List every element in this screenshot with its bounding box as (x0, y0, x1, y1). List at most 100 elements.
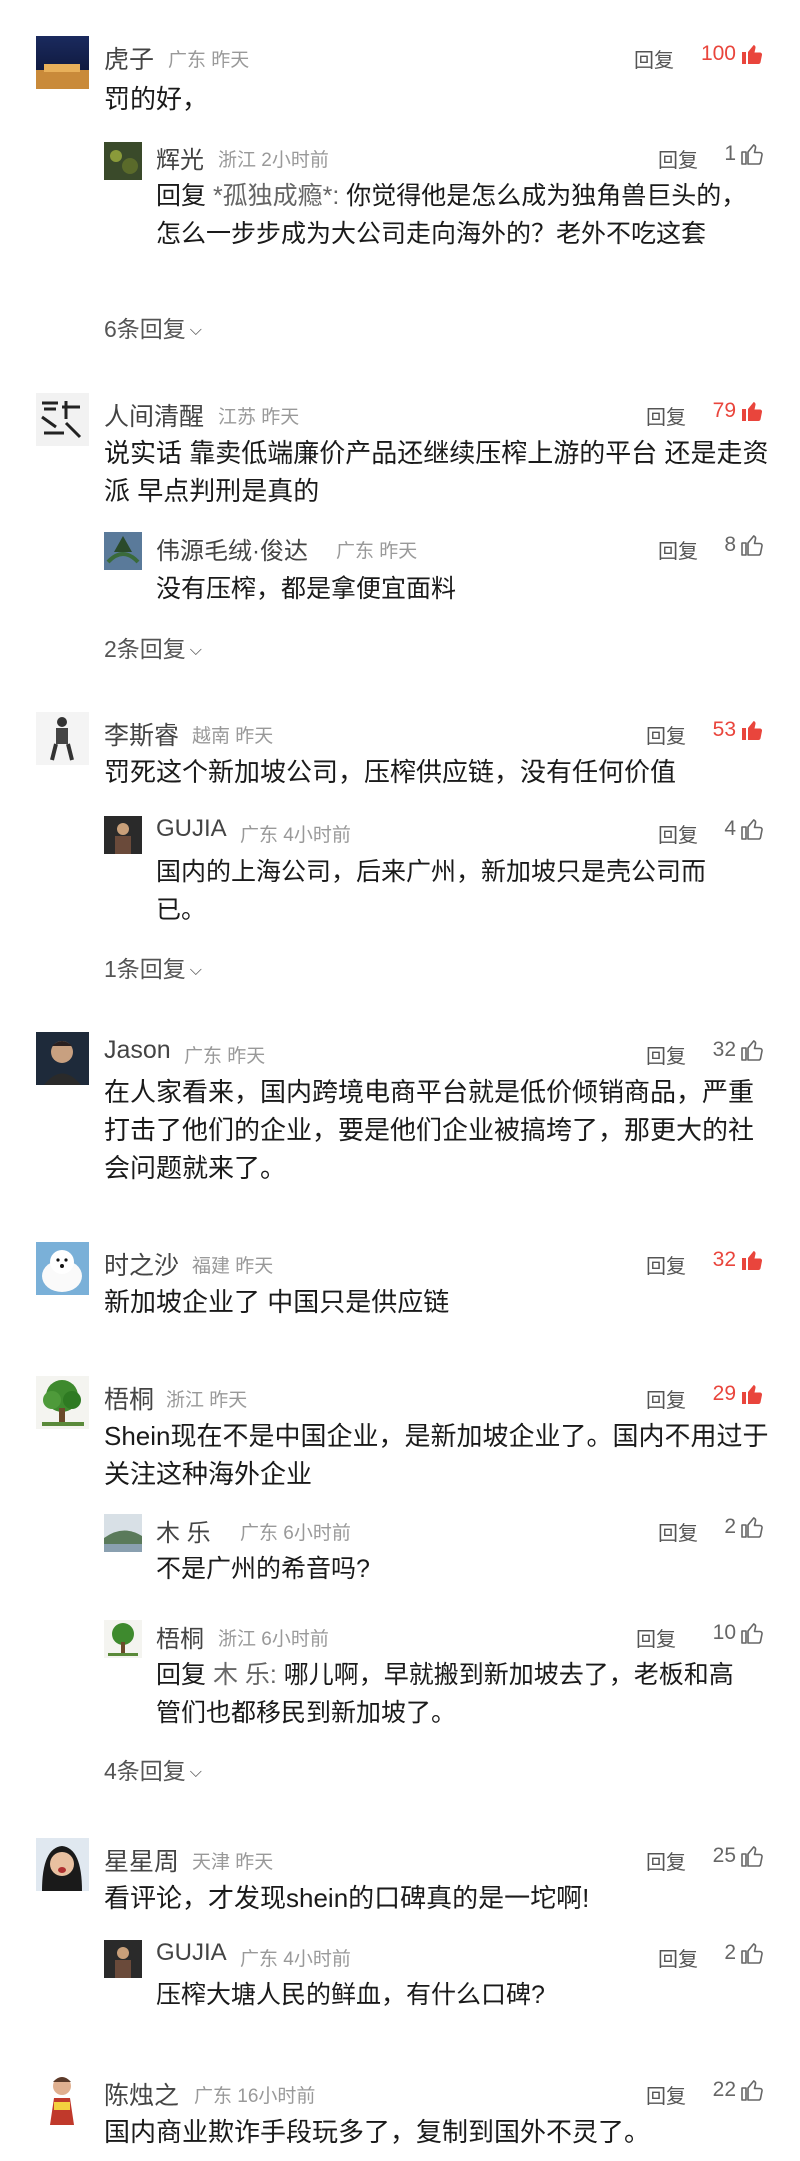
comment-author[interactable]: 星星周 (104, 1842, 179, 1878)
reply-button[interactable]: 回复 (658, 1943, 698, 1972)
avatar[interactable] (36, 2072, 89, 2125)
like-button[interactable]: 29 (713, 1382, 764, 1406)
more-replies-link[interactable]: 6条回复 ⌵ (104, 310, 202, 344)
reply-button[interactable]: 回复 (658, 1517, 698, 1546)
comment-text: 新加坡企业了 中国只是供应链 (104, 1287, 450, 1317)
like-button[interactable]: 8 (724, 533, 764, 557)
comment-meta: 浙江 昨天 (166, 1390, 248, 1411)
avatar[interactable] (36, 1032, 89, 1085)
reply-meta: 广东 4小时前 (240, 1949, 351, 1970)
avatar[interactable] (36, 36, 89, 89)
thumbs-up-icon (740, 1038, 764, 1062)
avatar[interactable] (104, 816, 142, 854)
like-button[interactable]: 79 (713, 399, 764, 423)
reply-button[interactable]: 回复 (646, 720, 686, 749)
avatar[interactable] (36, 1376, 89, 1429)
like-count: 2 (724, 1515, 736, 1538)
like-button[interactable]: 32 (713, 1038, 764, 1062)
more-replies-link[interactable]: 4条回复 ⌵ (104, 1752, 202, 1786)
comment-author[interactable]: 李斯睿 (104, 716, 179, 752)
like-button[interactable]: 2 (724, 1515, 764, 1539)
avatar[interactable] (36, 712, 89, 765)
comment-text: 看评论，才发现shein的口碑真的是一坨啊! (104, 1883, 590, 1913)
like-button[interactable]: 100 (701, 42, 764, 66)
avatar[interactable] (104, 1940, 142, 1978)
comment-author[interactable]: Jason (104, 1036, 171, 1065)
reply-author[interactable]: 木 乐 (156, 1513, 211, 1548)
comment-meta: 越南 昨天 (192, 726, 274, 747)
comment-meta: 广东 昨天 (184, 1046, 266, 1067)
reply-mention[interactable]: 木 乐: (213, 1661, 277, 1689)
reply-button[interactable]: 回复 (646, 2080, 686, 2109)
chevron-down-icon: ⌵ (189, 962, 202, 979)
comment-text: 国内商业欺诈手段玩多了，复制到国外不灵了。 (104, 2117, 651, 2147)
chevron-down-icon: ⌵ (189, 1764, 202, 1781)
avatar[interactable] (36, 1838, 89, 1891)
reply-text: 回复 *孤独成瘾*: 你觉得他是怎么成为独角兽巨头的，怎么一步步成为大公司走向海… (156, 182, 747, 248)
comment-text: Shein现在不是中国企业，是新加坡企业了。国内不用过于关注这种海外企业 (104, 1421, 769, 1489)
reply-author[interactable]: GUJIA (156, 815, 227, 843)
avatar[interactable] (36, 393, 89, 446)
more-replies-link[interactable]: 2条回复 ⌵ (104, 630, 202, 664)
comment-author[interactable]: 时之沙 (104, 1246, 179, 1282)
reply-meta: 广东 4小时前 (240, 825, 351, 846)
comment-text: 罚的好， (104, 84, 209, 114)
reply-text: 回复 木 乐: 哪儿啊，早就搬到新加坡去了，老板和高管们也都移民到新加坡了。 (156, 1661, 734, 1727)
more-replies-link[interactable]: 1条回复 ⌵ (104, 950, 202, 984)
thumbs-up-filled-icon (740, 399, 764, 423)
comment-author[interactable]: 梧桐 (104, 1380, 154, 1416)
like-count: 2 (724, 1941, 736, 1964)
like-button[interactable]: 32 (713, 1248, 764, 1272)
thumbs-up-icon (740, 533, 764, 557)
reply-button[interactable]: 回复 (658, 819, 698, 848)
like-button[interactable]: 22 (713, 2078, 764, 2102)
avatar[interactable] (36, 1242, 89, 1295)
like-button[interactable]: 4 (724, 817, 764, 841)
reply-button[interactable]: 回复 (646, 401, 686, 430)
avatar[interactable] (104, 1514, 142, 1552)
chevron-down-icon: ⌵ (189, 642, 202, 659)
avatar[interactable] (104, 1620, 142, 1658)
reply-button[interactable]: 回复 (646, 1846, 686, 1875)
reply-button[interactable]: 回复 (634, 44, 674, 73)
reply-button[interactable]: 回复 (646, 1040, 686, 1069)
reply-author[interactable]: 伟源毛绒·俊达 (156, 531, 308, 566)
like-count: 53 (712, 718, 736, 741)
like-count: 32 (712, 1038, 736, 1061)
like-count: 1 (724, 142, 736, 165)
comment-author[interactable]: 陈烛之 (104, 2076, 179, 2112)
reply-mention[interactable]: *孤独成瘾*: (213, 182, 339, 210)
comment-author[interactable]: 虎子 (104, 40, 154, 76)
thumbs-up-icon (740, 1515, 764, 1539)
reply-author[interactable]: 梧桐 (156, 1619, 204, 1654)
reply-button[interactable]: 回复 (646, 1384, 686, 1413)
reply-button[interactable]: 回复 (636, 1623, 676, 1652)
reply-button[interactable]: 回复 (658, 144, 698, 173)
like-button[interactable]: 53 (713, 718, 764, 742)
reply-author[interactable]: 辉光 (156, 140, 204, 175)
reply-button[interactable]: 回复 (658, 535, 698, 564)
comment-text: 罚死这个新加坡公司，压榨供应链，没有任何价值 (104, 757, 677, 787)
like-count: 8 (724, 533, 736, 556)
comment-meta: 江苏 昨天 (218, 407, 300, 428)
reply-text: 不是广州的希音吗? (156, 1555, 370, 1583)
like-count: 10 (712, 1621, 736, 1644)
reply-text: 压榨大塘人民的鲜血，有什么口碑? (156, 1981, 545, 2009)
chevron-down-icon: ⌵ (189, 322, 202, 339)
like-button[interactable]: 1 (724, 142, 764, 166)
like-count: 4 (724, 817, 736, 840)
comment-author[interactable]: 人间清醒 (104, 397, 204, 433)
reply-button[interactable]: 回复 (646, 1250, 686, 1279)
comment-text: 说实话 靠卖低端廉价产品还继续压榨上游的平台 还是走资派 早点判刑是真的 (104, 438, 769, 506)
reply-text: 没有压榨，都是拿便宜面料 (156, 575, 457, 603)
avatar[interactable] (104, 532, 142, 570)
like-button[interactable]: 10 (713, 1621, 764, 1645)
reply-author[interactable]: GUJIA (156, 1939, 227, 1967)
like-button[interactable]: 25 (713, 1844, 764, 1868)
comment-text: 在人家看来，国内跨境电商平台就是低价倾销商品，严重打击了他们的企业，要是他们企业… (104, 1077, 755, 1183)
like-count: 100 (700, 42, 736, 65)
like-count: 79 (712, 399, 736, 422)
like-button[interactable]: 2 (724, 1941, 764, 1965)
thumbs-up-filled-icon (740, 1248, 764, 1272)
avatar[interactable] (104, 142, 142, 180)
